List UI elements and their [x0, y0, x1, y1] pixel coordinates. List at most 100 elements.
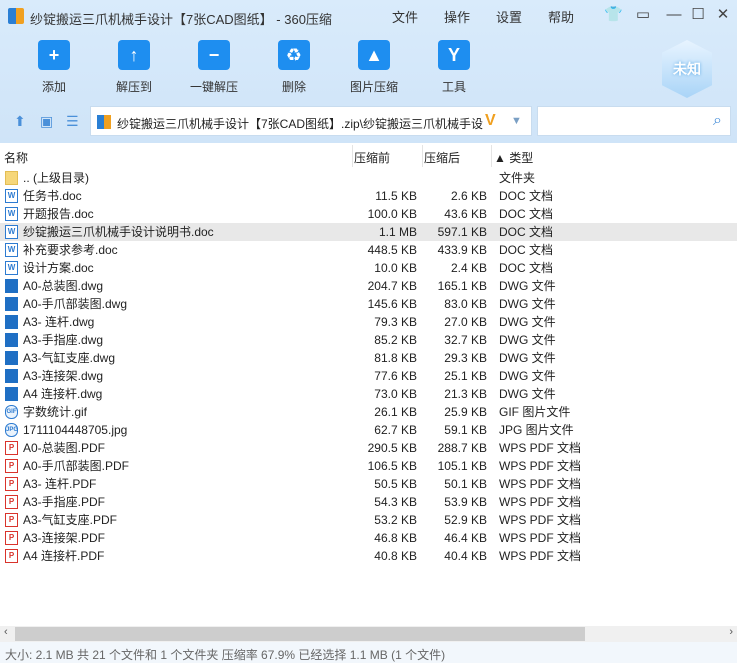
- column-before[interactable]: 压缩前: [354, 149, 390, 166]
- one-click-extract-button[interactable]: − 一键解压: [179, 40, 249, 95]
- menu-operate[interactable]: 操作: [444, 7, 470, 26]
- doc-file-icon: W: [5, 243, 18, 257]
- file-row[interactable]: P A3-连接架.PDF 46.8 KB 46.4 KB WPS PDF 文档: [0, 529, 737, 547]
- file-row[interactable]: W 任务书.doc 11.5 KB 2.6 KB DOC 文档: [0, 187, 737, 205]
- column-name[interactable]: 名称: [4, 149, 28, 166]
- file-row[interactable]: .. (上级目录) 文件夹: [0, 169, 737, 187]
- size-before: 290.5 KB: [367, 441, 417, 455]
- column-type[interactable]: ▲ 类型: [494, 149, 533, 166]
- add-button[interactable]: + 添加: [19, 40, 89, 95]
- pdf-file-icon: P: [5, 477, 18, 491]
- archive-icon: [97, 115, 111, 129]
- file-row[interactable]: P A3-手指座.PDF 54.3 KB 53.9 KB WPS PDF 文档: [0, 493, 737, 511]
- doc-file-icon: W: [5, 225, 18, 239]
- security-badge[interactable]: 未知: [662, 40, 712, 98]
- file-row[interactable]: P A4 连接杆.PDF 40.8 KB 40.4 KB WPS PDF 文档: [0, 547, 737, 565]
- minimize-button[interactable]: —: [665, 6, 683, 24]
- file-row[interactable]: A4 连接杆.dwg 73.0 KB 21.3 KB DWG 文件: [0, 385, 737, 403]
- horizontal-scrollbar[interactable]: ‹ ›: [0, 626, 737, 642]
- dwg-file-icon: [5, 315, 18, 329]
- v-mark-icon: V: [485, 112, 496, 129]
- menu-file[interactable]: 文件: [392, 7, 418, 26]
- scrollbar-thumb[interactable]: [15, 627, 585, 641]
- file-type: DWG 文件: [499, 351, 556, 365]
- file-name: A4 连接杆.PDF: [23, 549, 105, 563]
- search-input[interactable]: ⌕: [537, 106, 731, 136]
- delete-button[interactable]: ♻ 删除: [259, 40, 329, 95]
- file-row[interactable]: W 纱锭搬运三爪机械手设计说明书.doc 1.1 MB 597.1 KB DOC…: [0, 223, 737, 241]
- scroll-left-icon[interactable]: ‹: [4, 626, 8, 638]
- dwg-file-icon: [5, 297, 18, 311]
- menu-settings[interactable]: 设置: [496, 7, 522, 26]
- column-after[interactable]: 压缩后: [424, 149, 460, 166]
- file-name: A0-手爪部装图.PDF: [23, 459, 130, 473]
- search-icon[interactable]: ⌕: [713, 112, 722, 130]
- size-after: 25.1 KB: [444, 369, 487, 383]
- file-row[interactable]: P A0-总装图.PDF 290.5 KB 288.7 KB WPS PDF 文…: [0, 439, 737, 457]
- extract-to-button[interactable]: ↑ 解压到: [99, 40, 169, 95]
- size-after: 165.1 KB: [437, 279, 487, 293]
- tools-icon: Y: [438, 40, 470, 70]
- up-arrow-icon[interactable]: ⬆: [14, 113, 26, 130]
- file-type: DOC 文档: [499, 261, 554, 275]
- file-row[interactable]: W 设计方案.doc 10.0 KB 2.4 KB DOC 文档: [0, 259, 737, 277]
- thumbnail-view-icon[interactable]: ▣: [40, 113, 53, 130]
- size-after: 40.4 KB: [444, 549, 487, 563]
- tools-button[interactable]: Y 工具: [419, 40, 489, 95]
- file-row[interactable]: P A3- 连杆.PDF 50.5 KB 50.1 KB WPS PDF 文档: [0, 475, 737, 493]
- file-row[interactable]: W 补充要求参考.doc 448.5 KB 433.9 KB DOC 文档: [0, 241, 737, 259]
- list-view-icon[interactable]: ☰: [66, 113, 79, 130]
- file-row[interactable]: A3-连接架.dwg 77.6 KB 25.1 KB DWG 文件: [0, 367, 737, 385]
- image-compress-button[interactable]: ▲ 图片压缩: [339, 40, 409, 95]
- column-divider: [422, 145, 423, 167]
- file-row[interactable]: A0-手爪部装图.dwg 145.6 KB 83.0 KB DWG 文件: [0, 295, 737, 313]
- file-name: A3-连接架.PDF: [23, 531, 106, 545]
- file-type: 文件夹: [499, 171, 536, 185]
- chevron-down-icon[interactable]: ▼: [511, 115, 522, 127]
- file-row[interactable]: A3- 连杆.dwg 79.3 KB 27.0 KB DWG 文件: [0, 313, 737, 331]
- file-name: A0-总装图.dwg: [23, 279, 104, 293]
- file-row[interactable]: A3-手指座.dwg 85.2 KB 32.7 KB DWG 文件: [0, 331, 737, 349]
- size-before: 10.0 KB: [374, 261, 417, 275]
- file-row[interactable]: A0-总装图.dwg 204.7 KB 165.1 KB DWG 文件: [0, 277, 737, 295]
- size-after: 25.9 KB: [444, 405, 487, 419]
- file-name: A3- 连杆.PDF: [23, 477, 97, 491]
- file-name: A3-手指座.PDF: [23, 495, 106, 509]
- skin-icon[interactable]: 👕: [604, 6, 623, 24]
- file-type: DOC 文档: [499, 225, 554, 239]
- file-name: A3-手指座.dwg: [23, 333, 104, 347]
- file-row[interactable]: A3-气缸支座.dwg 81.8 KB 29.3 KB DWG 文件: [0, 349, 737, 367]
- size-after: 288.7 KB: [437, 441, 487, 455]
- feedback-icon[interactable]: ▭: [634, 6, 652, 24]
- size-after: 2.6 KB: [450, 189, 487, 203]
- dwg-file-icon: [5, 279, 18, 293]
- scroll-right-icon[interactable]: ›: [729, 626, 733, 638]
- size-after: 59.1 KB: [444, 423, 487, 437]
- file-row[interactable]: P A0-手爪部装图.PDF 106.5 KB 105.1 KB WPS PDF…: [0, 457, 737, 475]
- file-type: DWG 文件: [499, 315, 556, 329]
- pdf-file-icon: P: [5, 441, 18, 455]
- address-bar[interactable]: 纱锭搬运三爪机械手设计【7张CAD图纸】.zip\纱锭搬运三爪机械手设 V ▼: [90, 106, 532, 136]
- size-after: 52.9 KB: [444, 513, 487, 527]
- status-bar: 大小: 2.1 MB 共 21 个文件和 1 个文件夹 压缩率 67.9% 已经…: [0, 642, 737, 663]
- size-before: 204.7 KB: [367, 279, 417, 293]
- size-after: 21.3 KB: [444, 387, 487, 401]
- image-icon: ▲: [358, 40, 390, 70]
- dwg-file-icon: [5, 351, 18, 365]
- pdf-file-icon: P: [5, 495, 18, 509]
- size-after: 46.4 KB: [444, 531, 487, 545]
- file-type: WPS PDF 文档: [499, 549, 582, 563]
- close-button[interactable]: ✕: [714, 6, 732, 24]
- dwg-file-icon: [5, 387, 18, 401]
- pdf-file-icon: P: [5, 459, 18, 473]
- file-row[interactable]: W 开题报告.doc 100.0 KB 43.6 KB DOC 文档: [0, 205, 737, 223]
- file-type: DWG 文件: [499, 369, 556, 383]
- size-after: 29.3 KB: [444, 351, 487, 365]
- menu-help[interactable]: 帮助: [548, 7, 574, 26]
- file-row[interactable]: P A3-气缸支座.PDF 53.2 KB 52.9 KB WPS PDF 文档: [0, 511, 737, 529]
- size-before: 73.0 KB: [374, 387, 417, 401]
- file-type: DWG 文件: [499, 387, 556, 401]
- file-row[interactable]: GIF 字数统计.gif 26.1 KB 25.9 KB GIF 图片文件: [0, 403, 737, 421]
- maximize-button[interactable]: ☐: [689, 6, 707, 24]
- file-row[interactable]: JPG 1711104448705.jpg 62.7 KB 59.1 KB JP…: [0, 421, 737, 439]
